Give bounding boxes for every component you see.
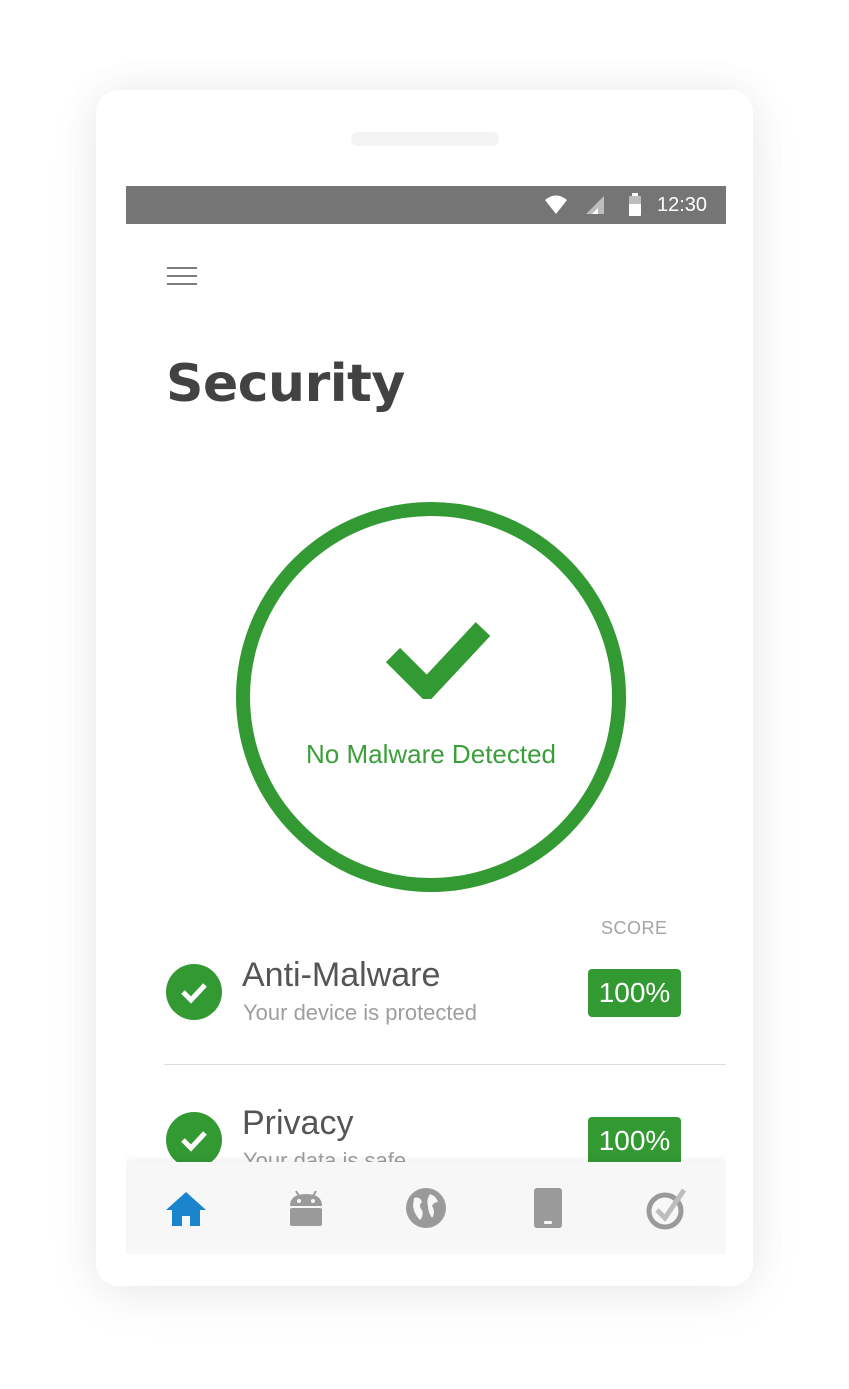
nav-scan-button[interactable] [644, 1186, 688, 1230]
device-speaker [351, 132, 499, 146]
home-icon [166, 1192, 206, 1226]
score-badge: 100% [588, 1117, 681, 1165]
item-title: Privacy [242, 1104, 354, 1142]
signal-icon [584, 194, 606, 221]
nav-web-button[interactable] [404, 1186, 448, 1230]
list-divider [164, 1064, 726, 1065]
battery-icon [628, 193, 642, 222]
nav-device-button[interactable] [526, 1186, 570, 1230]
hamburger-menu-icon[interactable] [166, 264, 200, 288]
globe-icon [406, 1188, 446, 1228]
item-title: Anti-Malware [242, 956, 441, 994]
score-badge: 100% [588, 969, 681, 1017]
score-column-header: SCORE [601, 918, 668, 938]
protection-status-ring: No Malware Detected [236, 502, 626, 892]
checkmark-icon [385, 622, 491, 699]
nav-apps-button[interactable] [284, 1186, 328, 1230]
item-subtitle: Your device is protected [243, 1000, 477, 1025]
app-screen: 12:30 Security No Malware Detected SCORE… [126, 186, 726, 1254]
phone-icon [534, 1188, 562, 1228]
list-item-anti-malware[interactable]: Anti-Malware Your device is protected 10… [126, 946, 726, 1046]
check-badge-icon [646, 1188, 687, 1230]
page-title: Security [166, 354, 405, 414]
check-circle-icon [166, 964, 222, 1020]
status-time: 12:30 [657, 194, 708, 216]
malware-status-text: No Malware Detected [306, 739, 556, 769]
nav-home-button[interactable] [164, 1186, 208, 1230]
status-bar: 12:30 [126, 186, 726, 224]
device-frame: 12:30 Security No Malware Detected SCORE… [96, 90, 753, 1286]
android-icon [290, 1190, 322, 1226]
wifi-icon [544, 194, 568, 221]
bottom-navigation [126, 1162, 726, 1254]
check-circle-icon [166, 1112, 222, 1168]
